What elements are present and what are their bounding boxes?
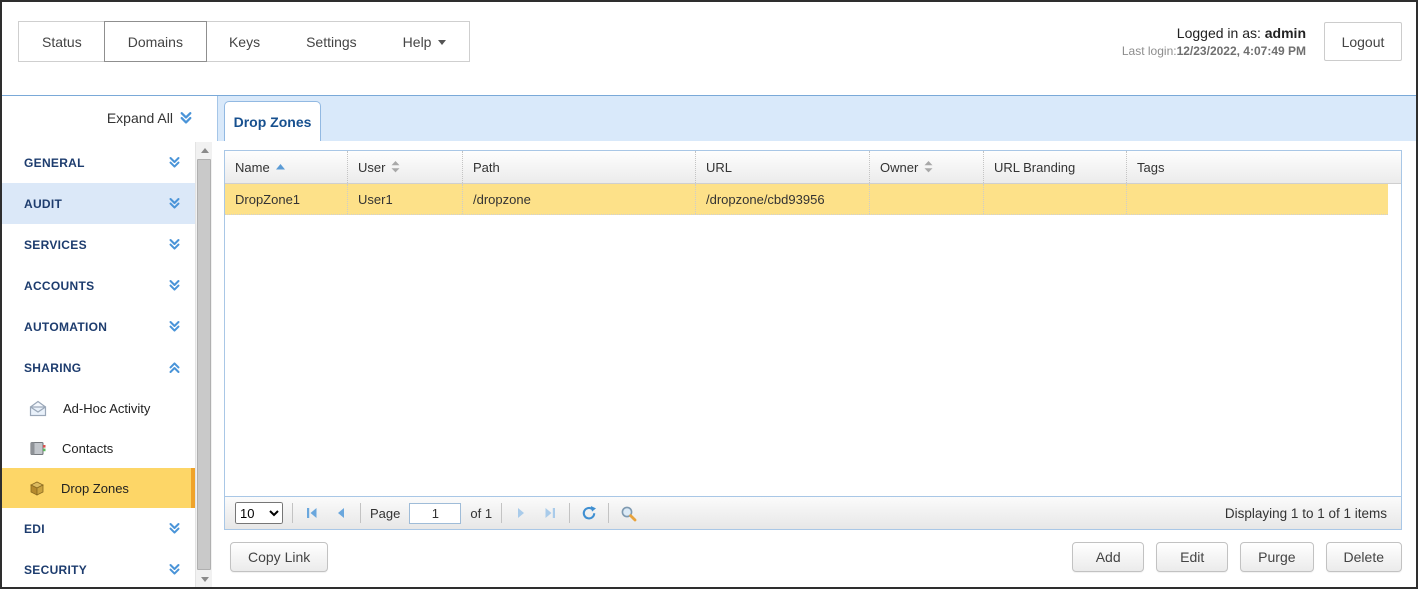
envelope-icon (28, 400, 48, 417)
main-nav: Status Domains Keys Settings Help (18, 21, 470, 62)
double-chevron-down-icon (168, 156, 181, 169)
prev-page-button[interactable] (331, 503, 351, 523)
first-page-icon (305, 506, 319, 520)
sidebar-section-accounts[interactable]: ACCOUNTS (2, 265, 195, 306)
sidebar-section-audit[interactable]: AUDIT (2, 183, 195, 224)
sidebar-item-drop-zones[interactable]: Drop Zones (2, 468, 195, 508)
separator (608, 503, 609, 523)
add-button[interactable]: Add (1072, 542, 1144, 572)
admin-console-window: Status Domains Keys Settings Help Logged… (0, 0, 1418, 589)
top-header: Status Domains Keys Settings Help Logged… (2, 2, 1416, 95)
package-icon (28, 479, 46, 497)
double-chevron-down-icon (168, 238, 181, 251)
separator (501, 503, 502, 523)
prev-page-icon (334, 506, 348, 520)
tab-strip (217, 96, 1416, 141)
drop-zones-table: Name User Path URL Owner UR (224, 150, 1402, 530)
sidebar-section-security[interactable]: SECURITY (2, 549, 195, 589)
chevron-down-icon (438, 40, 446, 45)
column-header-tags[interactable]: Tags (1127, 151, 1401, 183)
table-body: DropZone1 User1 /dropzone /dropzone/cbd9… (225, 184, 1401, 496)
double-chevron-down-icon (168, 197, 181, 210)
double-chevron-down-icon (168, 522, 181, 535)
purge-button[interactable]: Purge (1240, 542, 1313, 572)
double-chevron-down-icon (168, 279, 181, 292)
last-page-button[interactable] (540, 503, 560, 523)
search-button[interactable] (618, 503, 638, 523)
scroll-down-arrow[interactable] (196, 571, 213, 587)
sidebar-section-general[interactable]: GENERAL (2, 142, 195, 183)
sidebar-section-sharing[interactable]: SHARING (2, 347, 195, 388)
cell-user: User1 (348, 184, 463, 214)
main-content: Drop Zones Name User Path URL Owne (217, 96, 1416, 587)
refresh-icon (581, 505, 597, 521)
sidebar-section-edi[interactable]: EDI (2, 508, 195, 549)
nav-tab-domains[interactable]: Domains (104, 21, 207, 62)
column-header-name[interactable]: Name (225, 151, 348, 183)
edit-button[interactable]: Edit (1156, 542, 1228, 572)
sidebar-scrollbar[interactable] (195, 142, 212, 587)
cell-url-branding (984, 184, 1127, 214)
login-info: Logged in as: admin Last login:12/23/202… (1122, 24, 1306, 59)
double-chevron-down-icon (168, 563, 181, 576)
search-icon (620, 505, 637, 522)
column-header-owner[interactable]: Owner (870, 151, 984, 183)
sidebar-section-automation[interactable]: AUTOMATION (2, 306, 195, 347)
column-header-url[interactable]: URL (696, 151, 870, 183)
action-buttons: Add Edit Purge Delete (1072, 542, 1402, 572)
table-row[interactable]: DropZone1 User1 /dropzone /dropzone/cbd9… (225, 184, 1388, 215)
table-header-row: Name User Path URL Owner UR (225, 151, 1401, 184)
sort-both-icon (391, 161, 400, 173)
sidebar-menu: GENERAL AUDIT SERVICES ACCOUNTS AUTOMATI… (2, 142, 195, 589)
column-header-url-branding[interactable]: URL Branding (984, 151, 1127, 183)
nav-tab-settings[interactable]: Settings (283, 22, 380, 61)
refresh-button[interactable] (579, 503, 599, 523)
page-number-input[interactable] (409, 503, 461, 524)
logged-in-as: Logged in as: admin (1122, 24, 1306, 43)
cell-owner (870, 184, 984, 214)
next-page-button[interactable] (511, 503, 531, 523)
sidebar-item-contacts[interactable]: Contacts (2, 428, 195, 468)
scrollbar-thumb[interactable] (197, 159, 211, 570)
separator (292, 503, 293, 523)
tab-drop-zones[interactable]: Drop Zones (224, 101, 321, 141)
pagination-bar: 10 Page of 1 (225, 496, 1401, 529)
sidebar-section-services[interactable]: SERVICES (2, 224, 195, 265)
nav-tab-keys[interactable]: Keys (206, 22, 283, 61)
cell-name: DropZone1 (225, 184, 348, 214)
double-chevron-down-icon (179, 111, 193, 125)
column-header-path[interactable]: Path (463, 151, 696, 183)
page-size-select[interactable]: 10 (235, 502, 283, 524)
last-page-icon (543, 506, 557, 520)
sidebar: Expand All GENERAL AUDIT SERVICES ACCOUN… (2, 96, 217, 587)
double-chevron-up-icon (168, 361, 181, 374)
triangle-up-icon (201, 148, 209, 153)
sort-both-icon (924, 161, 933, 173)
nav-tab-status[interactable]: Status (19, 22, 105, 61)
delete-button[interactable]: Delete (1326, 542, 1402, 572)
page-label: Page (370, 506, 400, 521)
separator (569, 503, 570, 523)
scroll-up-arrow[interactable] (196, 142, 213, 158)
page-of-label: of 1 (470, 506, 492, 521)
cell-tags (1127, 184, 1388, 214)
nav-tab-help[interactable]: Help (380, 22, 470, 61)
display-status-text: Displaying 1 to 1 of 1 items (1225, 506, 1391, 521)
cell-url: /dropzone/cbd93956 (696, 184, 870, 214)
sort-asc-icon (276, 164, 285, 170)
double-chevron-down-icon (168, 320, 181, 333)
sidebar-item-adhoc-activity[interactable]: Ad-Hoc Activity (2, 388, 195, 428)
last-login: Last login:12/23/2022, 4:07:49 PM (1122, 43, 1306, 59)
next-page-icon (514, 506, 528, 520)
logout-button[interactable]: Logout (1324, 22, 1402, 61)
cell-path: /dropzone (463, 184, 696, 214)
address-book-icon (28, 440, 47, 457)
logged-in-user: admin (1265, 25, 1306, 41)
triangle-down-icon (201, 577, 209, 582)
separator (360, 503, 361, 523)
expand-all-button[interactable]: Expand All (107, 103, 193, 133)
column-header-user[interactable]: User (348, 151, 463, 183)
copy-link-button[interactable]: Copy Link (230, 542, 328, 572)
first-page-button[interactable] (302, 503, 322, 523)
